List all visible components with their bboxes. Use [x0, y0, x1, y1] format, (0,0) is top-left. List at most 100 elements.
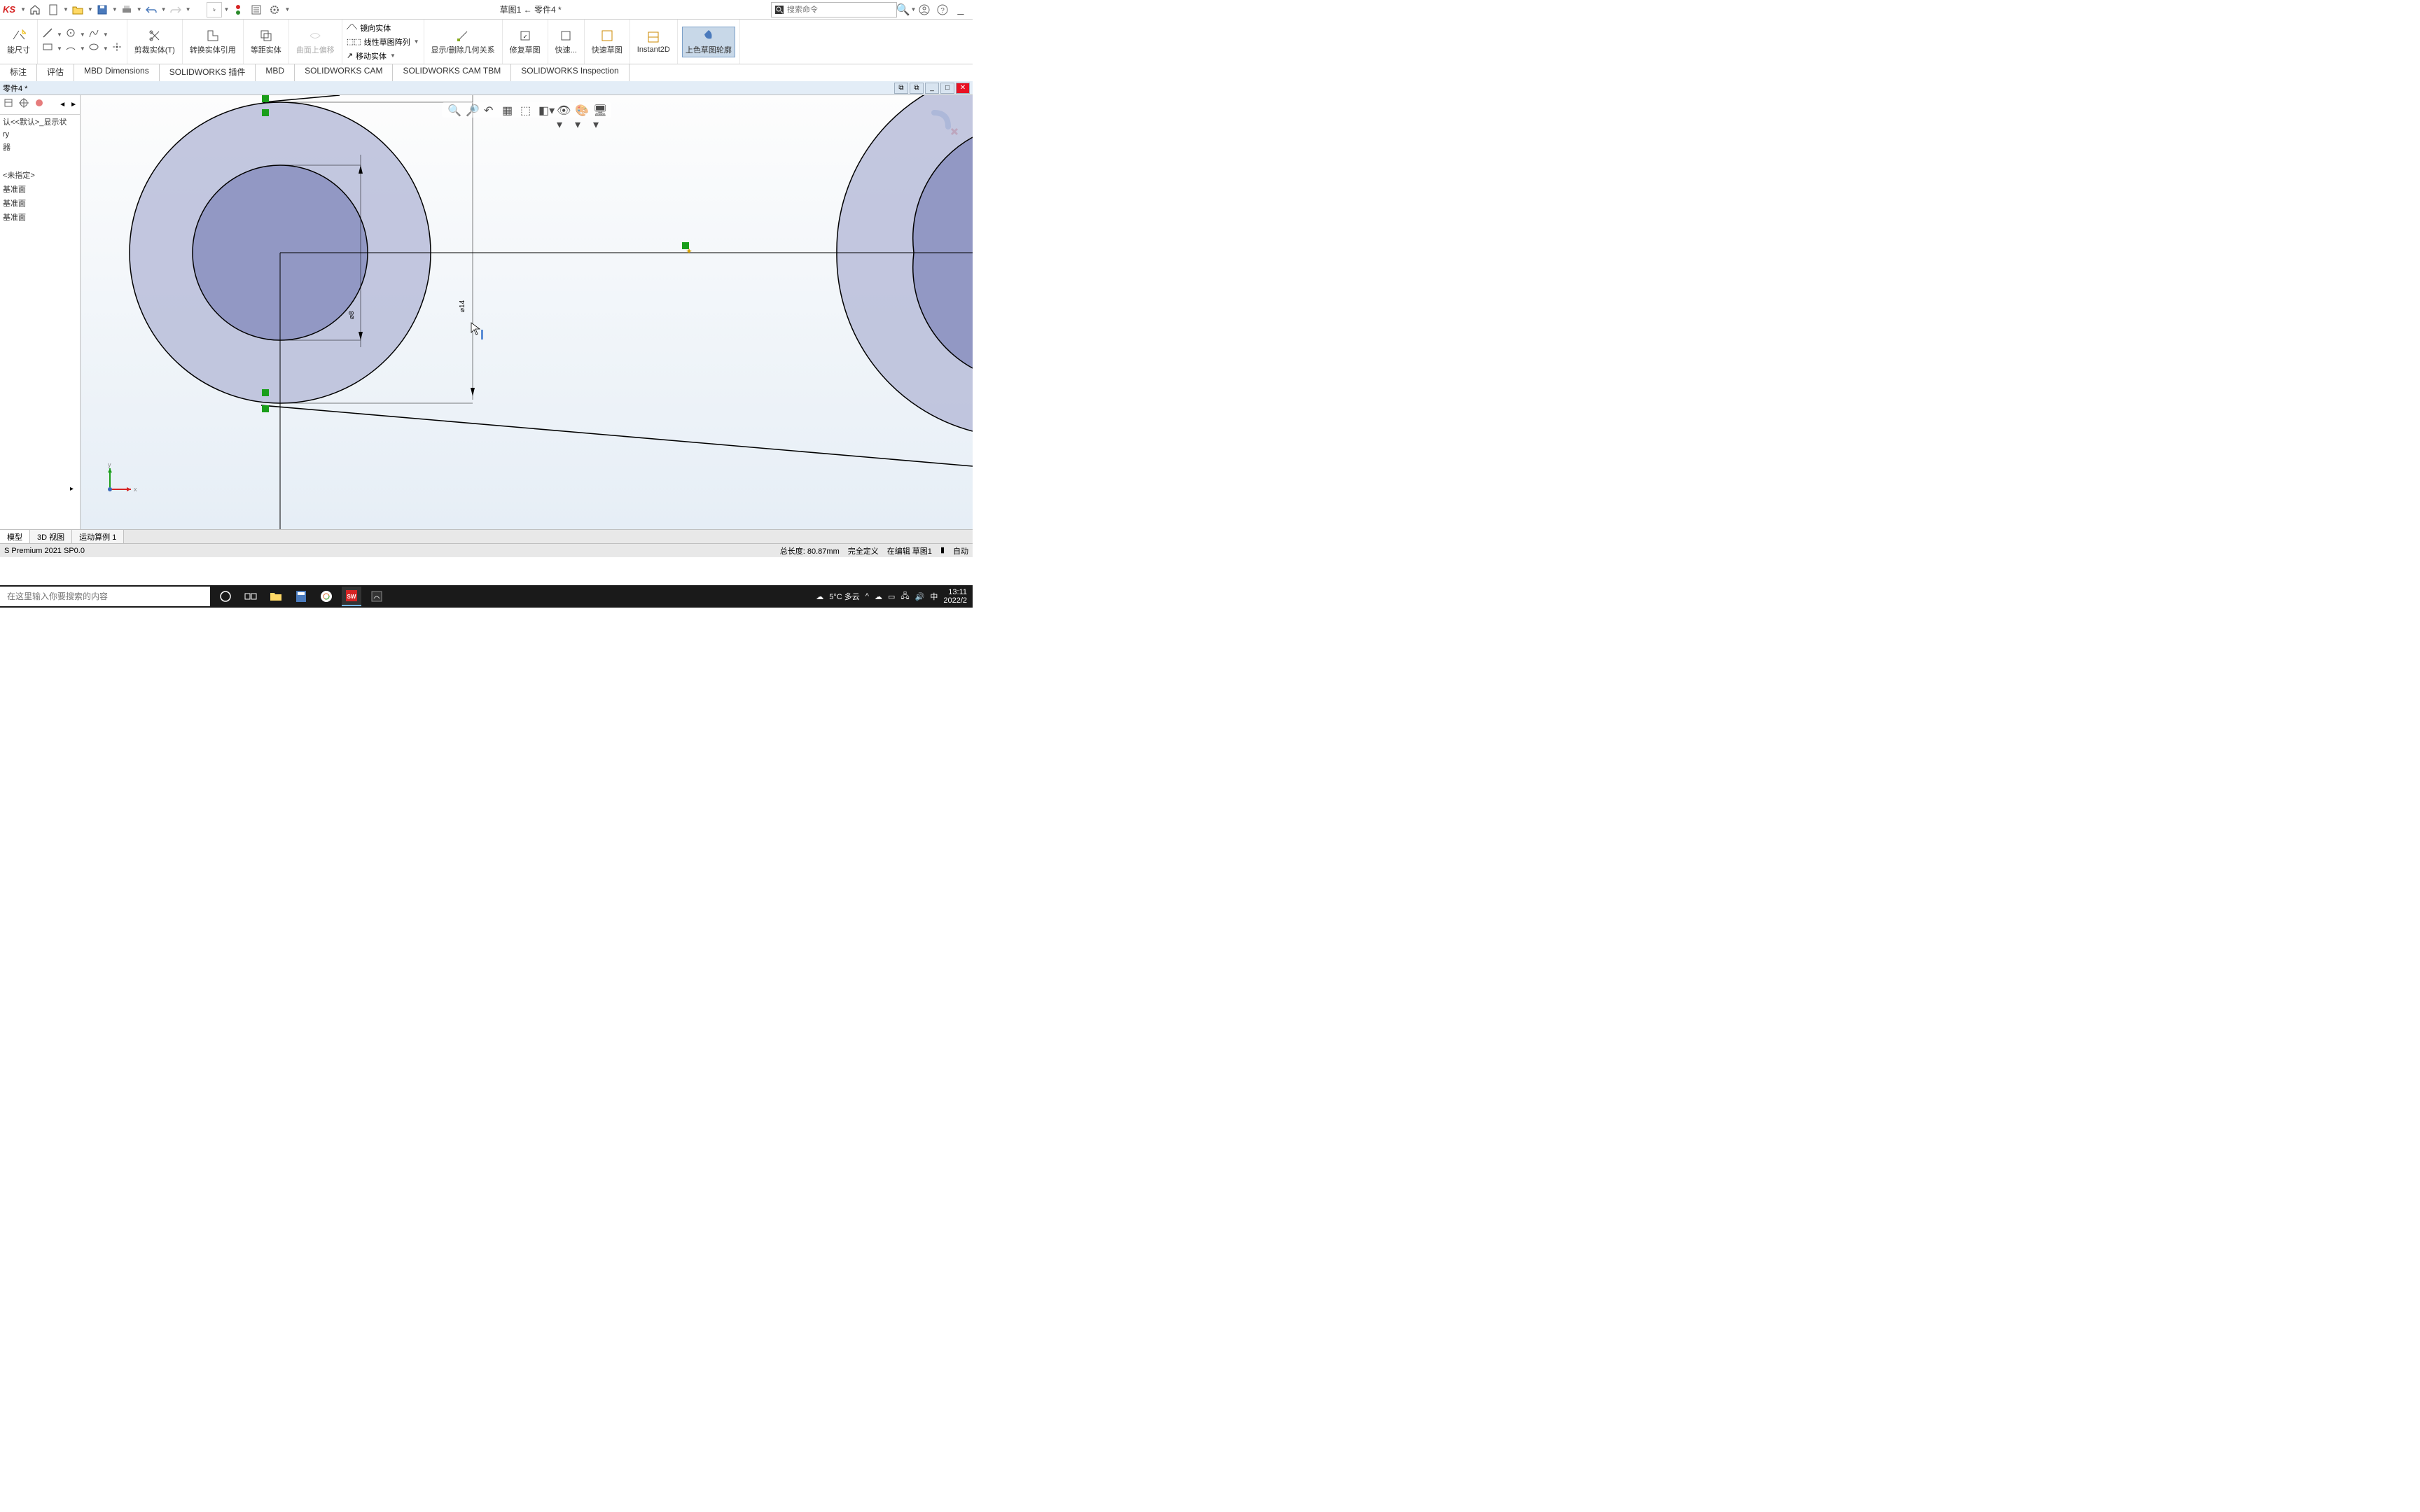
weather-text[interactable]: 5°C 多云 [829, 591, 860, 602]
tree-plane-item[interactable]: 基准面 [0, 196, 80, 210]
solidworks-icon[interactable]: SW [342, 587, 361, 606]
zoom-fit-icon[interactable]: 🔍 [447, 104, 460, 116]
tree-plane-item[interactable]: 基准面 [0, 182, 80, 196]
tab-sw-addins[interactable]: SOLIDWORKS 插件 [160, 64, 256, 81]
calculator-icon[interactable] [291, 587, 311, 606]
repair-button[interactable]: ✓ 修复草图 [507, 27, 543, 57]
search-dropdown-icon[interactable]: 🔍▼ [898, 2, 914, 18]
tree-nav-right-icon[interactable]: ► [70, 101, 77, 108]
taskview-icon[interactable] [241, 587, 260, 606]
tree-tab-2-icon[interactable] [18, 97, 29, 112]
search-input[interactable] [787, 6, 893, 14]
scene-icon[interactable]: 🖥▾ [593, 104, 606, 116]
settings-icon[interactable] [267, 2, 282, 18]
mirror-label[interactable]: 镜向实体 [360, 22, 391, 34]
print-icon[interactable] [119, 2, 134, 18]
taskbar-search-input[interactable] [0, 587, 210, 606]
home-icon[interactable] [27, 2, 43, 18]
tab-mbd[interactable]: MBD [256, 64, 295, 81]
new-document-icon[interactable] [46, 2, 61, 18]
line-tool-icon[interactable] [42, 27, 53, 42]
browser-icon[interactable] [317, 587, 336, 606]
window-collapse-right-icon[interactable]: ⧉ [910, 83, 924, 94]
app-icon[interactable] [367, 587, 387, 606]
tree-item[interactable]: 认<<默认>_显示状 [0, 115, 80, 129]
user-icon[interactable] [917, 2, 932, 18]
bottom-tab-model[interactable]: 模型 [0, 530, 30, 543]
instant2d-button[interactable]: Instant2D [634, 29, 673, 55]
command-search[interactable] [771, 2, 897, 18]
tray-battery-icon[interactable]: ▭ [888, 592, 895, 601]
select-icon[interactable] [207, 2, 222, 18]
open-dropdown-icon[interactable]: ▼ [88, 6, 93, 13]
ellipse-tool-icon[interactable] [88, 41, 99, 56]
logo-dropdown-icon[interactable]: ▼ [20, 6, 26, 13]
save-icon[interactable] [95, 2, 110, 18]
bottom-tab-3dview[interactable]: 3D 视图 [30, 530, 72, 543]
open-icon[interactable] [70, 2, 85, 18]
relations-button[interactable]: 显示/删除几何关系 [429, 27, 498, 57]
undo-dropdown-icon[interactable]: ▼ [161, 6, 167, 13]
face-offset-button[interactable]: 曲面上偏移 [293, 27, 338, 57]
weather-icon[interactable]: ☁ [816, 592, 823, 601]
tree-plane-item[interactable]: 基准面 [0, 210, 80, 224]
shade-sketch-button[interactable]: 上色草图轮廓 [682, 27, 735, 57]
help-icon[interactable]: ? [935, 2, 950, 18]
new-dropdown-icon[interactable]: ▼ [63, 6, 69, 13]
pattern-icon[interactable]: ⬚⬚ [347, 37, 361, 46]
spline-tool-icon[interactable] [88, 27, 99, 42]
move-label[interactable]: 移动实体 [356, 50, 387, 62]
offset-button[interactable]: 等距实体 [248, 27, 284, 57]
rebuild-icon[interactable] [230, 2, 246, 18]
display-style-icon[interactable]: ◧▾ [538, 104, 551, 116]
undo-icon[interactable] [144, 2, 159, 18]
circle-tool-icon[interactable] [65, 27, 76, 42]
minimize-icon[interactable]: _ [953, 2, 968, 18]
select-dropdown-icon[interactable]: ▼ [224, 6, 230, 13]
settings-dropdown-icon[interactable]: ▼ [284, 6, 290, 13]
cortana-icon[interactable] [216, 587, 235, 606]
tree-tab-3-icon[interactable] [34, 97, 45, 112]
tree-item[interactable]: ry [0, 129, 80, 140]
window-maximize-icon[interactable]: □ [940, 83, 954, 94]
tab-sw-inspection[interactable]: SOLIDWORKS Inspection [511, 64, 629, 81]
smart-dimension-button[interactable]: 📐 能尺寸 [4, 27, 33, 57]
sketch-viewport[interactable]: 🔍 🔎 ↶ ▦ ⬚ ◧▾ 👁▾ 🎨▾ 🖥▾ [81, 95, 973, 529]
taskbar-date[interactable]: 2022/2 [943, 596, 967, 605]
dimension-d14[interactable]: ⌀14 [459, 300, 466, 312]
tab-sw-cam[interactable]: SOLIDWORKS CAM [295, 64, 393, 81]
trim-button[interactable]: 剪裁实体(T) [132, 27, 178, 57]
tab-sw-cam-tbm[interactable]: SOLIDWORKS CAM TBM [393, 64, 511, 81]
print-dropdown-icon[interactable]: ▼ [137, 6, 142, 13]
redo-icon[interactable] [168, 2, 183, 18]
tree-item[interactable]: 器 [0, 140, 80, 154]
convert-button[interactable]: 转换实体引用 [187, 27, 239, 57]
explorer-icon[interactable] [266, 587, 286, 606]
tray-cloud-icon[interactable]: ☁ [875, 592, 882, 601]
zoom-area-icon[interactable]: 🔎 [466, 104, 478, 116]
quick-sketch-button[interactable]: 快速草图 [589, 27, 625, 57]
mirror-icon[interactable]: ⟋⟍ [347, 23, 357, 32]
tab-mbd-dimensions[interactable]: MBD Dimensions [74, 64, 160, 81]
hide-show-icon[interactable]: 👁▾ [557, 104, 569, 116]
tree-scroll-right-icon[interactable]: ▸ [70, 485, 74, 493]
window-collapse-left-icon[interactable]: ⧉ [894, 83, 908, 94]
move-icon[interactable]: ↗ [347, 51, 353, 60]
window-close-icon[interactable]: ✕ [956, 83, 970, 94]
save-dropdown-icon[interactable]: ▼ [112, 6, 118, 13]
rectangle-tool-icon[interactable] [42, 41, 53, 56]
pattern-label[interactable]: 线性草图阵列 [364, 36, 410, 48]
tray-chevron-icon[interactable]: ^ [865, 592, 869, 601]
taskbar-time[interactable]: 13:11 [943, 588, 967, 596]
tray-ime[interactable]: 中 [930, 591, 938, 602]
section-view-icon[interactable]: ▦ [502, 104, 515, 116]
quick-button[interactable]: 快速... [552, 27, 580, 57]
view-orient-icon[interactable]: ⬚ [520, 104, 533, 116]
options-icon[interactable] [249, 2, 264, 18]
tree-tab-1-icon[interactable] [3, 97, 14, 112]
prev-view-icon[interactable]: ↶ [484, 104, 496, 116]
tray-network-icon[interactable]: 🖧 [900, 590, 909, 603]
window-minimize-icon[interactable]: _ [925, 83, 939, 94]
dimension-d8[interactable]: ⌀8 [348, 311, 356, 319]
arc-tool-icon[interactable] [65, 41, 76, 56]
